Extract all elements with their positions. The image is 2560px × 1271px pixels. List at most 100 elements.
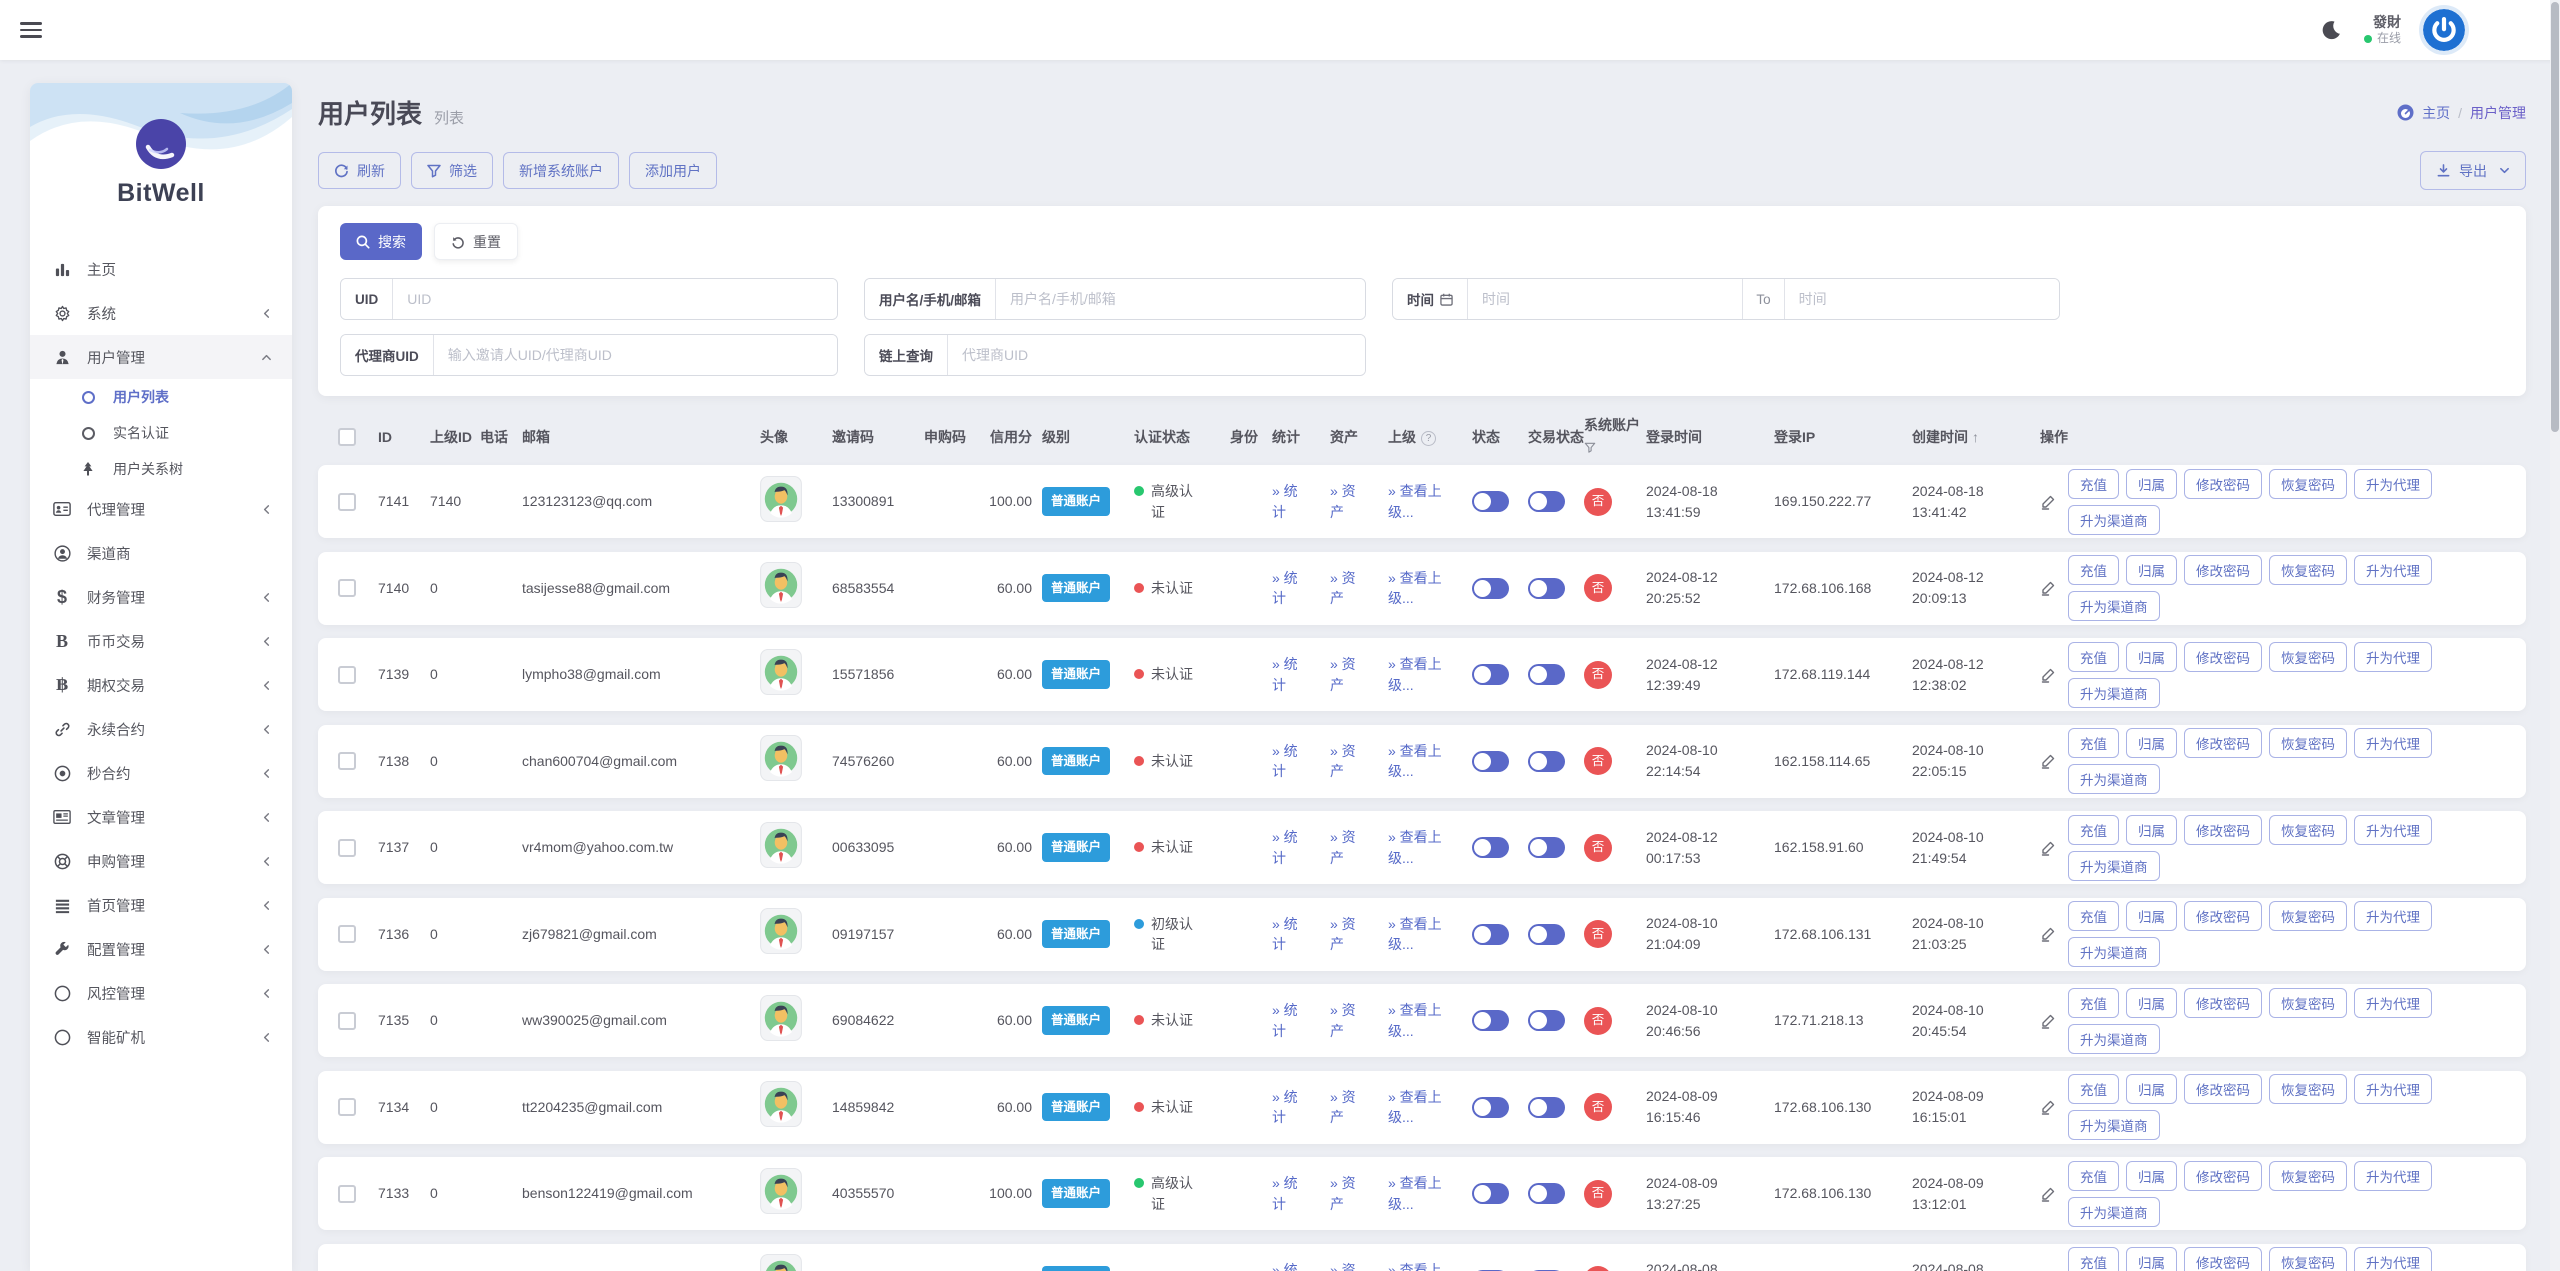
action-restore-password-button[interactable]: 恢复密码 [2269, 555, 2347, 585]
sidebar-item-second-contract[interactable]: 秒合约 [30, 751, 292, 795]
action-change-password-button[interactable]: 修改密码 [2184, 1247, 2262, 1271]
status-toggle[interactable] [1472, 1096, 1509, 1118]
action-restore-password-button[interactable]: 恢复密码 [2269, 1160, 2347, 1191]
sidebar-item-perpetual-contract[interactable]: 永续合约 [30, 707, 292, 751]
action-change-password-button[interactable]: 修改密码 [2184, 1160, 2262, 1191]
edit-icon[interactable] [2040, 580, 2056, 596]
action-attribution-button[interactable]: 归属 [2126, 555, 2177, 585]
action-recharge-button[interactable]: 充值 [2068, 728, 2119, 758]
view-parent-link[interactable]: » 查看上级... [1388, 1260, 1450, 1271]
action-change-password-button[interactable]: 修改密码 [2184, 468, 2262, 499]
trade-status-toggle[interactable] [1528, 1183, 1565, 1204]
assets-link[interactable]: » 资产 [1330, 1173, 1364, 1214]
name-input[interactable] [996, 279, 1365, 319]
sidebar-item-risk-management[interactable]: 风控管理 [30, 971, 292, 1015]
action-attribution-button[interactable]: 归属 [2126, 1247, 2177, 1271]
stats-link[interactable]: » 统计 [1272, 1173, 1306, 1214]
view-parent-link[interactable]: » 查看上级... [1388, 741, 1450, 782]
row-checkbox[interactable] [338, 1184, 356, 1203]
action-attribution-button[interactable]: 归属 [2126, 987, 2177, 1018]
assets-link[interactable]: » 资产 [1330, 1000, 1364, 1041]
action-promote-agent-button[interactable]: 升为代理 [2354, 728, 2432, 758]
status-toggle[interactable] [1472, 1183, 1509, 1204]
row-checkbox[interactable] [338, 925, 356, 943]
row-checkbox[interactable] [338, 752, 356, 770]
search-button[interactable]: 搜索 [340, 223, 422, 260]
assets-link[interactable]: » 资产 [1330, 914, 1364, 955]
stats-link[interactable]: » 统计 [1272, 481, 1306, 522]
menu-toggle-icon[interactable] [20, 18, 42, 42]
row-checkbox[interactable] [338, 838, 356, 857]
sidebar-item-spot-trading[interactable]: B 币币交易 [30, 619, 292, 663]
status-toggle[interactable] [1472, 837, 1509, 858]
action-promote-channel-button[interactable]: 升为渠道商 [2068, 591, 2160, 621]
action-promote-channel-button[interactable]: 升为渠道商 [2068, 504, 2160, 535]
action-change-password-button[interactable]: 修改密码 [2184, 814, 2262, 845]
edit-icon[interactable] [2040, 1186, 2056, 1202]
export-button[interactable]: 导出 [2420, 151, 2526, 190]
scrollbar-thumb[interactable] [2551, 2, 2559, 432]
action-recharge-button[interactable]: 充值 [2068, 468, 2119, 499]
action-restore-password-button[interactable]: 恢复密码 [2269, 1247, 2347, 1271]
status-toggle[interactable] [1472, 664, 1509, 685]
action-restore-password-button[interactable]: 恢复密码 [2269, 814, 2347, 845]
filter-button[interactable]: 筛选 [411, 152, 493, 189]
dark-mode-icon[interactable] [2320, 19, 2342, 41]
sidebar-item-finance-management[interactable]: $ 财务管理 [30, 575, 292, 619]
action-recharge-button[interactable]: 充值 [2068, 1247, 2119, 1271]
add-user-button[interactable]: 添加用户 [629, 152, 717, 189]
sidebar-item-realname-auth[interactable]: 实名认证 [30, 415, 292, 451]
trade-status-toggle[interactable] [1528, 750, 1565, 772]
action-attribution-button[interactable]: 归属 [2126, 728, 2177, 758]
action-promote-agent-button[interactable]: 升为代理 [2354, 555, 2432, 585]
stats-link[interactable]: » 统计 [1272, 568, 1306, 609]
action-promote-agent-button[interactable]: 升为代理 [2354, 1074, 2432, 1104]
edit-icon[interactable] [2040, 926, 2056, 942]
assets-link[interactable]: » 资产 [1330, 481, 1364, 522]
action-promote-agent-button[interactable]: 升为代理 [2354, 468, 2432, 499]
sidebar-item-user-tree[interactable]: 用户关系树 [30, 451, 292, 487]
refresh-button[interactable]: 刷新 [318, 152, 401, 189]
action-promote-channel-button[interactable]: 升为渠道商 [2068, 677, 2160, 708]
action-restore-password-button[interactable]: 恢复密码 [2269, 987, 2347, 1018]
action-attribution-button[interactable]: 归属 [2126, 814, 2177, 845]
time-from-input[interactable] [1468, 279, 1743, 319]
status-toggle[interactable] [1472, 491, 1509, 512]
action-change-password-button[interactable]: 修改密码 [2184, 1074, 2262, 1104]
trade-status-toggle[interactable] [1528, 491, 1565, 512]
column-filter-icon[interactable] [1584, 439, 1640, 460]
user-avatar[interactable] [2423, 9, 2465, 51]
action-promote-channel-button[interactable]: 升为渠道商 [2068, 1023, 2160, 1054]
sidebar-item-system[interactable]: 系统 [30, 291, 292, 335]
stats-link[interactable]: » 统计 [1272, 914, 1306, 955]
trade-status-toggle[interactable] [1528, 837, 1565, 858]
action-recharge-button[interactable]: 充值 [2068, 901, 2119, 931]
select-all-checkbox[interactable] [338, 428, 356, 446]
edit-icon[interactable] [2040, 840, 2056, 856]
status-toggle[interactable] [1472, 923, 1509, 945]
stats-link[interactable]: » 统计 [1272, 741, 1306, 782]
action-recharge-button[interactable]: 充值 [2068, 555, 2119, 585]
action-promote-channel-button[interactable]: 升为渠道商 [2068, 1110, 2160, 1140]
action-attribution-button[interactable]: 归属 [2126, 1074, 2177, 1104]
action-change-password-button[interactable]: 修改密码 [2184, 728, 2262, 758]
assets-link[interactable]: » 资产 [1330, 654, 1364, 695]
chain-query-input[interactable] [948, 335, 1365, 375]
row-checkbox[interactable] [338, 1011, 356, 1030]
trade-status-toggle[interactable] [1528, 1010, 1565, 1031]
action-promote-channel-button[interactable]: 升为渠道商 [2068, 1196, 2160, 1227]
breadcrumb-home[interactable]: 主页 [2422, 103, 2450, 123]
assets-link[interactable]: » 资产 [1330, 1087, 1364, 1128]
assets-link[interactable]: » 资产 [1330, 741, 1364, 782]
action-promote-channel-button[interactable]: 升为渠道商 [2068, 764, 2160, 794]
sidebar-item-homepage-management[interactable]: 首页管理 [30, 883, 292, 927]
view-parent-link[interactable]: » 查看上级... [1388, 1087, 1450, 1128]
action-promote-agent-button[interactable]: 升为代理 [2354, 641, 2432, 672]
action-change-password-button[interactable]: 修改密码 [2184, 901, 2262, 931]
add-system-account-button[interactable]: 新增系统账户 [503, 152, 619, 189]
scrollbar-track[interactable] [2550, 0, 2560, 1271]
sidebar-item-config-management[interactable]: 配置管理 [30, 927, 292, 971]
status-toggle[interactable] [1472, 1010, 1509, 1031]
status-toggle[interactable] [1472, 750, 1509, 772]
view-parent-link[interactable]: » 查看上级... [1388, 914, 1450, 955]
